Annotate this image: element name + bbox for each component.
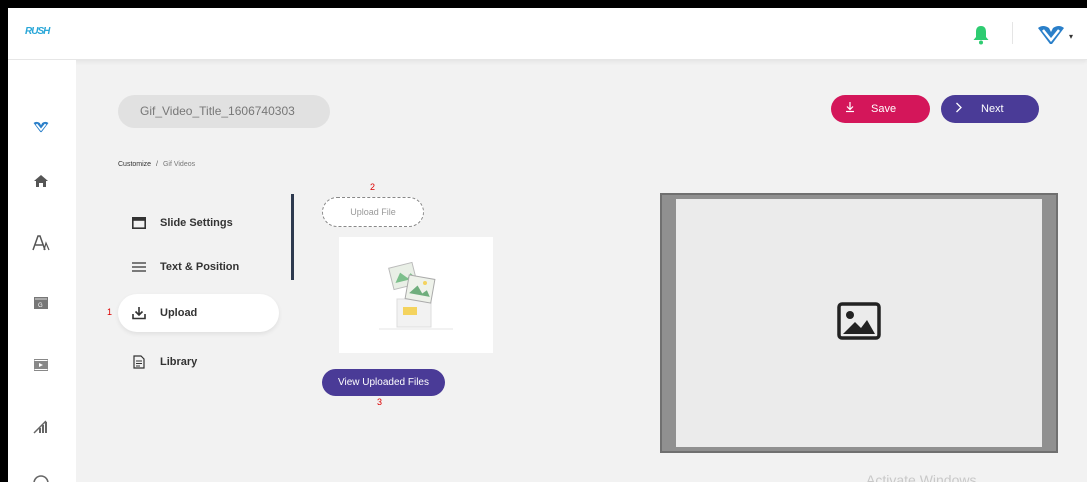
image-icon xyxy=(837,301,881,345)
analytics-icon[interactable] xyxy=(30,416,52,438)
svg-text:G: G xyxy=(38,303,43,309)
preview-panel xyxy=(660,193,1058,453)
slide-icon xyxy=(131,215,147,231)
annotation-number: 2 xyxy=(370,182,376,192)
menu-scrollbar[interactable] xyxy=(291,194,294,280)
account-caret-icon[interactable]: ▾ xyxy=(1069,32,1073,41)
menu-label: Upload xyxy=(160,307,198,319)
menu-item-library[interactable]: Library xyxy=(118,343,278,381)
sidebar: G xyxy=(8,60,76,482)
gif-icon[interactable]: G xyxy=(30,292,52,314)
save-label: Save xyxy=(871,103,897,115)
chevron-right-icon xyxy=(955,102,963,116)
preview-canvas xyxy=(676,199,1042,447)
menu-item-text-position[interactable]: Text & Position xyxy=(118,248,278,286)
app-logo[interactable]: RUSH xyxy=(25,24,50,40)
activation-watermark: Activate Windows xyxy=(866,472,977,482)
menu-item-upload[interactable]: Upload xyxy=(118,294,279,332)
video-title-field[interactable]: Gif_Video_Title_1606740303 xyxy=(118,95,330,128)
upload-dropzone[interactable] xyxy=(339,237,493,353)
lines-icon xyxy=(131,259,147,275)
annotation-number: 1 xyxy=(107,307,113,317)
help-icon[interactable] xyxy=(30,472,52,482)
video-icon[interactable] xyxy=(30,354,52,376)
annotation-number: 3 xyxy=(377,397,383,407)
upload-file-button[interactable]: Upload File xyxy=(322,197,424,227)
breadcrumb-separator: / xyxy=(156,161,158,168)
download-icon xyxy=(845,102,855,116)
menu-item-slide-settings[interactable]: Slide Settings xyxy=(118,204,278,242)
brand-logo-icon[interactable] xyxy=(30,116,52,138)
view-uploaded-files-button[interactable]: View Uploaded Files xyxy=(322,369,445,396)
menu-label: Slide Settings xyxy=(160,217,233,229)
header-divider xyxy=(1012,22,1013,44)
breadcrumb-parent[interactable]: Customize xyxy=(118,161,151,168)
brand-logo-icon[interactable] xyxy=(1037,24,1065,46)
home-icon[interactable] xyxy=(30,170,52,192)
next-label: Next xyxy=(981,103,1004,115)
menu-label: Text & Position xyxy=(160,261,240,273)
menu-label: Library xyxy=(160,356,198,368)
breadcrumb-current: Gif Videos xyxy=(162,161,196,168)
font-icon[interactable] xyxy=(30,232,52,254)
document-icon xyxy=(131,354,147,370)
breadcrumb: Customize / Gif Videos xyxy=(118,161,195,168)
bell-icon[interactable] xyxy=(972,25,990,45)
images-illustration-icon xyxy=(379,261,453,330)
save-button[interactable]: Save xyxy=(831,95,930,123)
download-icon xyxy=(131,305,147,321)
app-window: RUSH ▾ G Gif_Video_Title_1606740303 Save… xyxy=(8,8,1087,482)
top-bar: RUSH ▾ xyxy=(8,8,1087,60)
next-button[interactable]: Next xyxy=(941,95,1039,123)
